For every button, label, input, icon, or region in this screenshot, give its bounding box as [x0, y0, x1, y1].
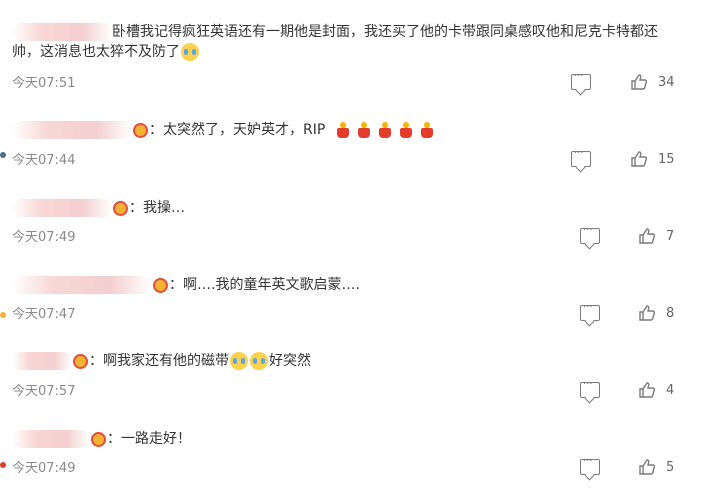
comment-icon[interactable]: [571, 71, 591, 90]
username-blurred[interactable]: [12, 121, 132, 139]
like-count: 15: [658, 151, 675, 167]
candle-icon: [419, 120, 435, 138]
thumbs-up-icon: [639, 228, 656, 244]
comment-text-continued: 帅，这消息也太猝不及防了: [12, 44, 180, 60]
fan-badge-icon: [133, 122, 148, 138]
avatar[interactable]: [0, 312, 6, 318]
fan-badge-icon: [73, 353, 88, 369]
comment-time: 今天07:47: [12, 307, 76, 322]
thumbs-up-icon: [631, 74, 648, 90]
comment-text: ：我操…: [129, 200, 185, 216]
comment-text: ：一路走好！: [107, 431, 191, 447]
comment-text: ：啊….我的童年英文歌启蒙….: [169, 277, 360, 293]
candle-icon: [356, 120, 372, 138]
like-button[interactable]: 5: [638, 458, 674, 476]
comment-time: 今天07:44: [12, 153, 76, 168]
like-count: 34: [658, 74, 675, 90]
thumbs-up-icon: [639, 382, 656, 398]
like-count: 7: [666, 228, 675, 244]
thumbs-up-icon: [631, 151, 648, 167]
like-count: 8: [666, 305, 675, 321]
comment-text-continued: 好突然: [269, 353, 311, 369]
like-count: 4: [666, 382, 675, 398]
comment-icon[interactable]: [580, 456, 600, 475]
candle-icon: [335, 120, 351, 138]
thumbs-up-icon: [639, 459, 656, 475]
crying-face-icon: [230, 352, 248, 370]
comment-text: 卧槽我记得疯狂英语还有一期他是封面，我还买了他的卡带跟同桌感叹他和尼克卡特都还: [112, 24, 658, 40]
username-blurred[interactable]: [12, 199, 112, 217]
comment-time: 今天07:49: [12, 461, 76, 476]
comment-text: ：太突然了，天妒英才，RIP: [149, 122, 326, 138]
comment-icon[interactable]: [580, 225, 600, 244]
comment-icon[interactable]: [580, 379, 600, 398]
comment-time: 今天07:49: [12, 230, 76, 245]
comment-time: 今天07:57: [12, 384, 76, 399]
username-blurred[interactable]: [12, 430, 90, 448]
avatar[interactable]: [0, 152, 6, 158]
username-blurred[interactable]: [12, 352, 72, 370]
candle-icon: [398, 120, 414, 138]
thumbs-up-icon: [639, 305, 656, 321]
fan-badge-icon: [91, 431, 106, 447]
like-count: 5: [666, 459, 675, 475]
username-blurred[interactable]: [12, 276, 152, 294]
comment-text: ：啊我家还有他的磁带: [89, 353, 229, 369]
fan-badge-icon: [113, 200, 128, 216]
username-blurred[interactable]: [12, 23, 112, 41]
candle-icon: [377, 120, 393, 138]
like-button[interactable]: 34: [630, 73, 675, 91]
fan-badge-icon: [153, 277, 168, 293]
crying-face-icon: [250, 352, 268, 370]
like-button[interactable]: 7: [638, 227, 674, 245]
like-button[interactable]: 15: [630, 150, 675, 168]
crying-face-icon: [181, 43, 199, 61]
comment-icon[interactable]: [571, 148, 591, 167]
avatar[interactable]: [0, 462, 6, 468]
like-button[interactable]: 8: [638, 304, 674, 322]
like-button[interactable]: 4: [638, 381, 674, 399]
comment-time: 今天07:51: [12, 76, 76, 91]
comment-icon[interactable]: [580, 302, 600, 321]
